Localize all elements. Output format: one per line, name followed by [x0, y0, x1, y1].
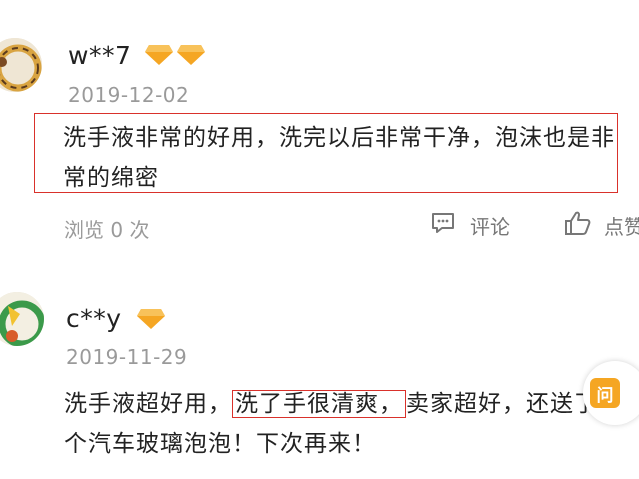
like-label: 点赞: [604, 215, 639, 239]
review-item: c**y 2019-11-29 洗手液超好用， 洗了手很清爽， 卖家超好，还送了一个…: [0, 262, 639, 479]
review-content: 洗手液超好用， 洗了手很清爽， 卖家超好，还送了一个汽车玻璃泡泡！下次再来！: [64, 384, 624, 464]
username: c**y: [66, 304, 122, 333]
like-button[interactable]: 点赞: [564, 210, 639, 241]
review-date: 2019-11-29: [66, 345, 188, 369]
review-date: 2019-12-02: [68, 83, 190, 107]
username: w**7: [68, 41, 132, 70]
view-count: 浏览 0 次: [64, 218, 150, 242]
content-text: 洗手液超好用，: [64, 391, 232, 417]
diamond-badge-icon: [144, 44, 174, 66]
diamond-badge-icon: [136, 308, 166, 330]
avatar[interactable]: [0, 292, 44, 346]
comment-icon: [430, 211, 456, 240]
review-item: w**7 2019-12-02 洗手液非常的好用，洗完以后非常干净，泡沫也是非常…: [0, 0, 639, 260]
comment-button[interactable]: 评论: [430, 211, 510, 240]
badge-group: [144, 44, 206, 66]
diamond-badge-icon: [176, 44, 206, 66]
review-content: 洗手液非常的好用，洗完以后非常干净，泡沫也是非常的绵密: [34, 113, 618, 193]
thumbs-up-icon: [564, 210, 592, 241]
avatar[interactable]: [0, 38, 42, 92]
highlighted-phrase: 洗了手很清爽，: [232, 390, 406, 418]
ask-button[interactable]: 问: [583, 361, 639, 425]
comment-label: 评论: [470, 215, 510, 239]
ask-icon: 问: [590, 378, 620, 408]
badge-group: [136, 308, 166, 330]
